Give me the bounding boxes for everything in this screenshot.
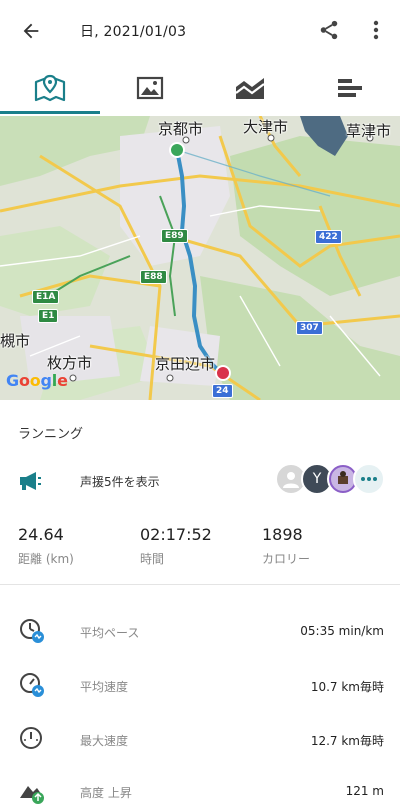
metric-max-speed: 最大速度 12.7 km毎時 — [0, 720, 400, 760]
metric-value: 121 m — [345, 784, 384, 798]
image-icon — [136, 76, 164, 100]
calories-label: カロリー — [262, 552, 311, 566]
map-label-hirakata: 枚方市 — [47, 354, 93, 372]
metric-value: 05:35 min/km — [300, 624, 384, 638]
elevation-icon — [20, 786, 44, 804]
chart-icon — [235, 78, 265, 99]
road-shield-422: 422 — [315, 230, 342, 244]
tab-map[interactable] — [0, 60, 100, 116]
pace-icon — [20, 619, 44, 643]
time-label: 時間 — [140, 552, 165, 566]
more-avatars-button[interactable] — [353, 463, 385, 495]
tab-charts[interactable] — [200, 60, 300, 116]
megaphone-icon — [20, 472, 41, 490]
cheers-row[interactable]: 声援5件を表示 Y — [0, 458, 400, 504]
more-horizontal-icon — [361, 477, 377, 481]
share-button[interactable] — [314, 15, 344, 45]
calories-value: 1898 — [262, 525, 303, 544]
map-label-kusatsu: 草津市 — [346, 122, 392, 140]
tab-photos[interactable] — [100, 60, 200, 116]
road-shield-307: 307 — [296, 321, 323, 335]
share-icon — [320, 20, 338, 40]
road-shield-e1: E1 — [38, 309, 59, 323]
back-button[interactable] — [16, 16, 46, 46]
activity-type: ランニング — [18, 427, 84, 442]
metric-name: 高度 上昇 — [80, 786, 132, 800]
page-title: 日, 2021/01/03 — [80, 24, 187, 40]
person-icon — [283, 472, 299, 488]
route-map[interactable]: 京都市 大津市 草津市 枚方市 京田辺市 槻市 E89 E88 E1A E1 4… — [0, 116, 400, 400]
distance-value: 24.64 — [18, 525, 64, 544]
map-label-edge: 槻市 — [0, 332, 31, 350]
metric-avg-speed: 平均速度 10.7 km毎時 — [0, 666, 400, 706]
avatar-stack[interactable]: Y — [275, 463, 385, 497]
time-value: 02:17:52 — [140, 525, 212, 544]
more-vertical-icon — [373, 20, 379, 40]
map-label-kyotanabe: 京田辺市 — [155, 355, 216, 373]
metric-value: 12.7 km毎時 — [310, 734, 384, 748]
max-speed-icon — [20, 727, 42, 749]
road-shield-e1a: E1A — [32, 290, 60, 304]
stat-time: 02:17:52 時間 — [140, 525, 212, 567]
map-label-kyoto: 京都市 — [158, 120, 204, 138]
more-options-button[interactable] — [364, 15, 388, 45]
map-pin-icon — [34, 74, 66, 102]
cheers-link[interactable]: 声援5件を表示 — [80, 473, 160, 490]
metric-name: 平均ペース — [80, 626, 140, 640]
tab-bar — [0, 60, 400, 116]
metric-avg-pace: 平均ペース 05:35 min/km — [0, 612, 400, 652]
metric-name: 平均速度 — [80, 680, 129, 694]
stat-calories: 1898 カロリー — [262, 525, 310, 567]
divider — [0, 584, 400, 585]
bars-icon — [338, 79, 362, 97]
road-shield-24: 24 — [212, 384, 233, 398]
road-shield-e88: E88 — [140, 270, 167, 284]
arrow-left-icon — [23, 23, 39, 39]
map-label-otsu: 大津市 — [243, 118, 289, 136]
metric-elevation-gain: 高度 上昇 121 m — [0, 772, 400, 808]
metric-name: 最大速度 — [80, 734, 129, 748]
google-logo: Google — [6, 371, 68, 390]
stat-distance: 24.64 距離 (km) — [18, 525, 74, 567]
summary-stats: 24.64 距離 (km) 02:17:52 時間 1898 カロリー — [0, 525, 400, 585]
app-bar: 日, 2021/01/03 — [0, 0, 400, 60]
metric-value: 10.7 km毎時 — [310, 680, 384, 694]
tab-laps[interactable] — [300, 60, 400, 116]
speedometer-icon — [20, 673, 44, 697]
distance-label: 距離 (km) — [18, 552, 74, 566]
avatar-letter: Y — [312, 471, 322, 487]
road-shield-e89: E89 — [161, 229, 188, 243]
